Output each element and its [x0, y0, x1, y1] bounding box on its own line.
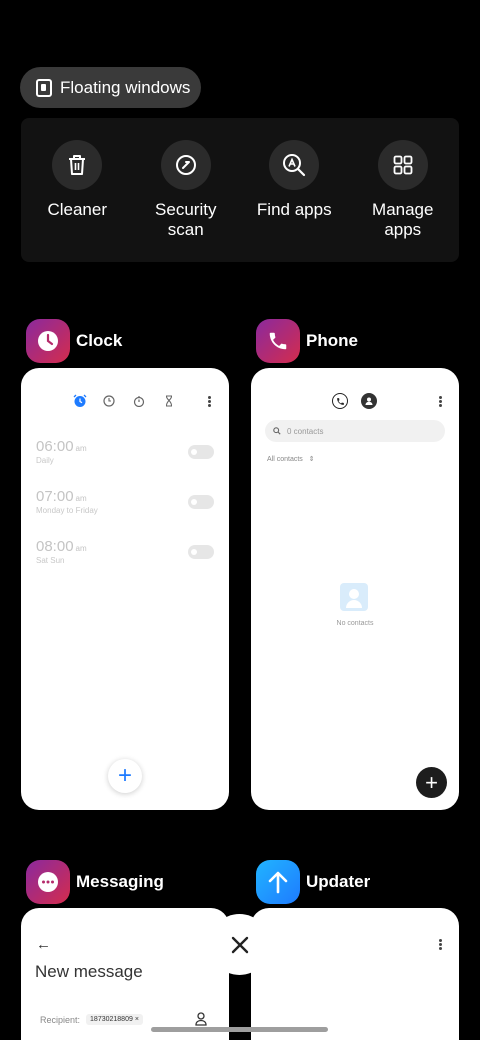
clock-tab-bar — [73, 394, 175, 408]
messaging-app-header[interactable]: Messaging — [26, 860, 164, 904]
messaging-app-card[interactable]: ← New message Recipient: 18730218809 × — [21, 908, 229, 1040]
alarm-repeat: Daily — [36, 456, 54, 465]
add-contact-button[interactable]: + — [416, 767, 447, 798]
phone-app-card[interactable]: 0 contacts All contacts ⇕ No contacts + — [251, 368, 459, 810]
phone-app-header[interactable]: Phone — [256, 319, 358, 363]
security-scan-icon — [160, 140, 211, 190]
floating-windows-button[interactable]: Floating windows — [20, 67, 201, 108]
timer-tab-icon[interactable] — [163, 394, 175, 407]
alarm-toggle[interactable] — [188, 495, 214, 509]
trash-icon — [52, 140, 103, 190]
recipient-label: Recipient: — [40, 1014, 81, 1025]
alarm-ampm: am — [75, 544, 87, 553]
alarm-item[interactable]: 06:00 am Daily — [36, 438, 214, 465]
contacts-search-input[interactable]: 0 contacts — [265, 420, 445, 442]
security-scan-button[interactable]: Security scan — [136, 118, 236, 262]
contacts-filter-dropdown[interactable]: All contacts ⇕ — [267, 455, 315, 463]
world-clock-tab-icon[interactable] — [103, 394, 115, 407]
alarm-repeat: Monday to Friday — [36, 506, 98, 515]
recipient-field[interactable]: Recipient: 18730218809 × — [40, 1014, 143, 1025]
alarm-ampm: am — [75, 494, 87, 503]
phone-more-icon[interactable] — [439, 396, 442, 407]
clock-more-icon[interactable] — [208, 396, 211, 407]
close-icon — [231, 936, 248, 953]
updater-app-name: Updater — [306, 872, 371, 891]
chevron-up-down-icon: ⇕ — [308, 456, 315, 463]
alarm-ampm: am — [75, 444, 87, 453]
back-arrow-icon[interactable]: ← — [36, 936, 51, 953]
messaging-app-icon — [26, 860, 70, 904]
updater-app-icon — [256, 860, 300, 904]
empty-contacts-illustration — [340, 583, 368, 611]
alarm-time: 08:00 — [36, 538, 74, 555]
phone-tab-bar — [332, 393, 377, 409]
cleaner-button[interactable]: Cleaner — [27, 118, 127, 262]
updater-more-icon[interactable] — [439, 939, 442, 950]
quick-tools-panel: Cleaner Security scan Find apps Manage a… — [21, 118, 459, 262]
call-log-tab-icon[interactable] — [332, 393, 348, 409]
clock-app-card[interactable]: 06:00 am Daily 07:00 am Monday to Friday 0… — [21, 368, 229, 810]
alarm-time: 06:00 — [36, 438, 74, 455]
manage-apps-button[interactable]: Manage apps — [353, 118, 453, 262]
alarm-time: 07:00 — [36, 488, 74, 505]
alarm-toggle[interactable] — [188, 445, 214, 459]
search-placeholder: 0 contacts — [287, 426, 324, 436]
security-scan-label: Security scan — [155, 200, 217, 239]
clock-app-name: Clock — [76, 331, 123, 350]
new-message-title: New message — [35, 962, 143, 981]
updater-app-card[interactable] — [251, 908, 459, 1040]
stopwatch-tab-icon[interactable] — [133, 394, 145, 408]
alarm-tab-icon[interactable] — [73, 394, 87, 407]
cleaner-label: Cleaner — [47, 200, 108, 219]
clock-app-icon — [26, 319, 70, 363]
clock-app-header[interactable]: Clock — [26, 319, 122, 363]
alarm-item[interactable]: 07:00 am Monday to Friday — [36, 488, 214, 515]
phone-app-name: Phone — [306, 331, 358, 350]
empty-contacts-text: No contacts — [336, 620, 374, 627]
add-alarm-button[interactable]: + — [108, 759, 142, 793]
alarm-repeat: Sat Sun — [36, 556, 65, 565]
find-apps-label: Find apps — [256, 200, 332, 219]
floating-window-icon — [36, 78, 52, 97]
recipient-number: 18730218809 — [90, 1016, 133, 1023]
find-apps-icon — [269, 140, 320, 190]
alarm-item[interactable]: 08:00 am Sat Sun — [36, 538, 214, 565]
find-apps-button[interactable]: Find apps — [244, 118, 344, 262]
contacts-tab-icon[interactable] — [361, 393, 377, 409]
close-all-button[interactable] — [209, 914, 270, 975]
contacts-filter-label: All contacts — [267, 456, 303, 463]
recipient-chip[interactable]: 18730218809 × — [86, 1014, 143, 1025]
grid-icon — [377, 140, 428, 190]
manage-apps-label: Manage apps — [372, 200, 434, 239]
alarm-toggle[interactable] — [188, 545, 214, 559]
updater-app-header[interactable]: Updater — [256, 860, 370, 904]
phone-app-icon — [256, 319, 300, 363]
remove-recipient-icon[interactable]: × — [135, 1016, 139, 1023]
home-indicator[interactable] — [151, 1027, 328, 1032]
search-icon — [273, 427, 281, 435]
floating-windows-label: Floating windows — [60, 77, 191, 97]
messaging-app-name: Messaging — [76, 872, 164, 891]
